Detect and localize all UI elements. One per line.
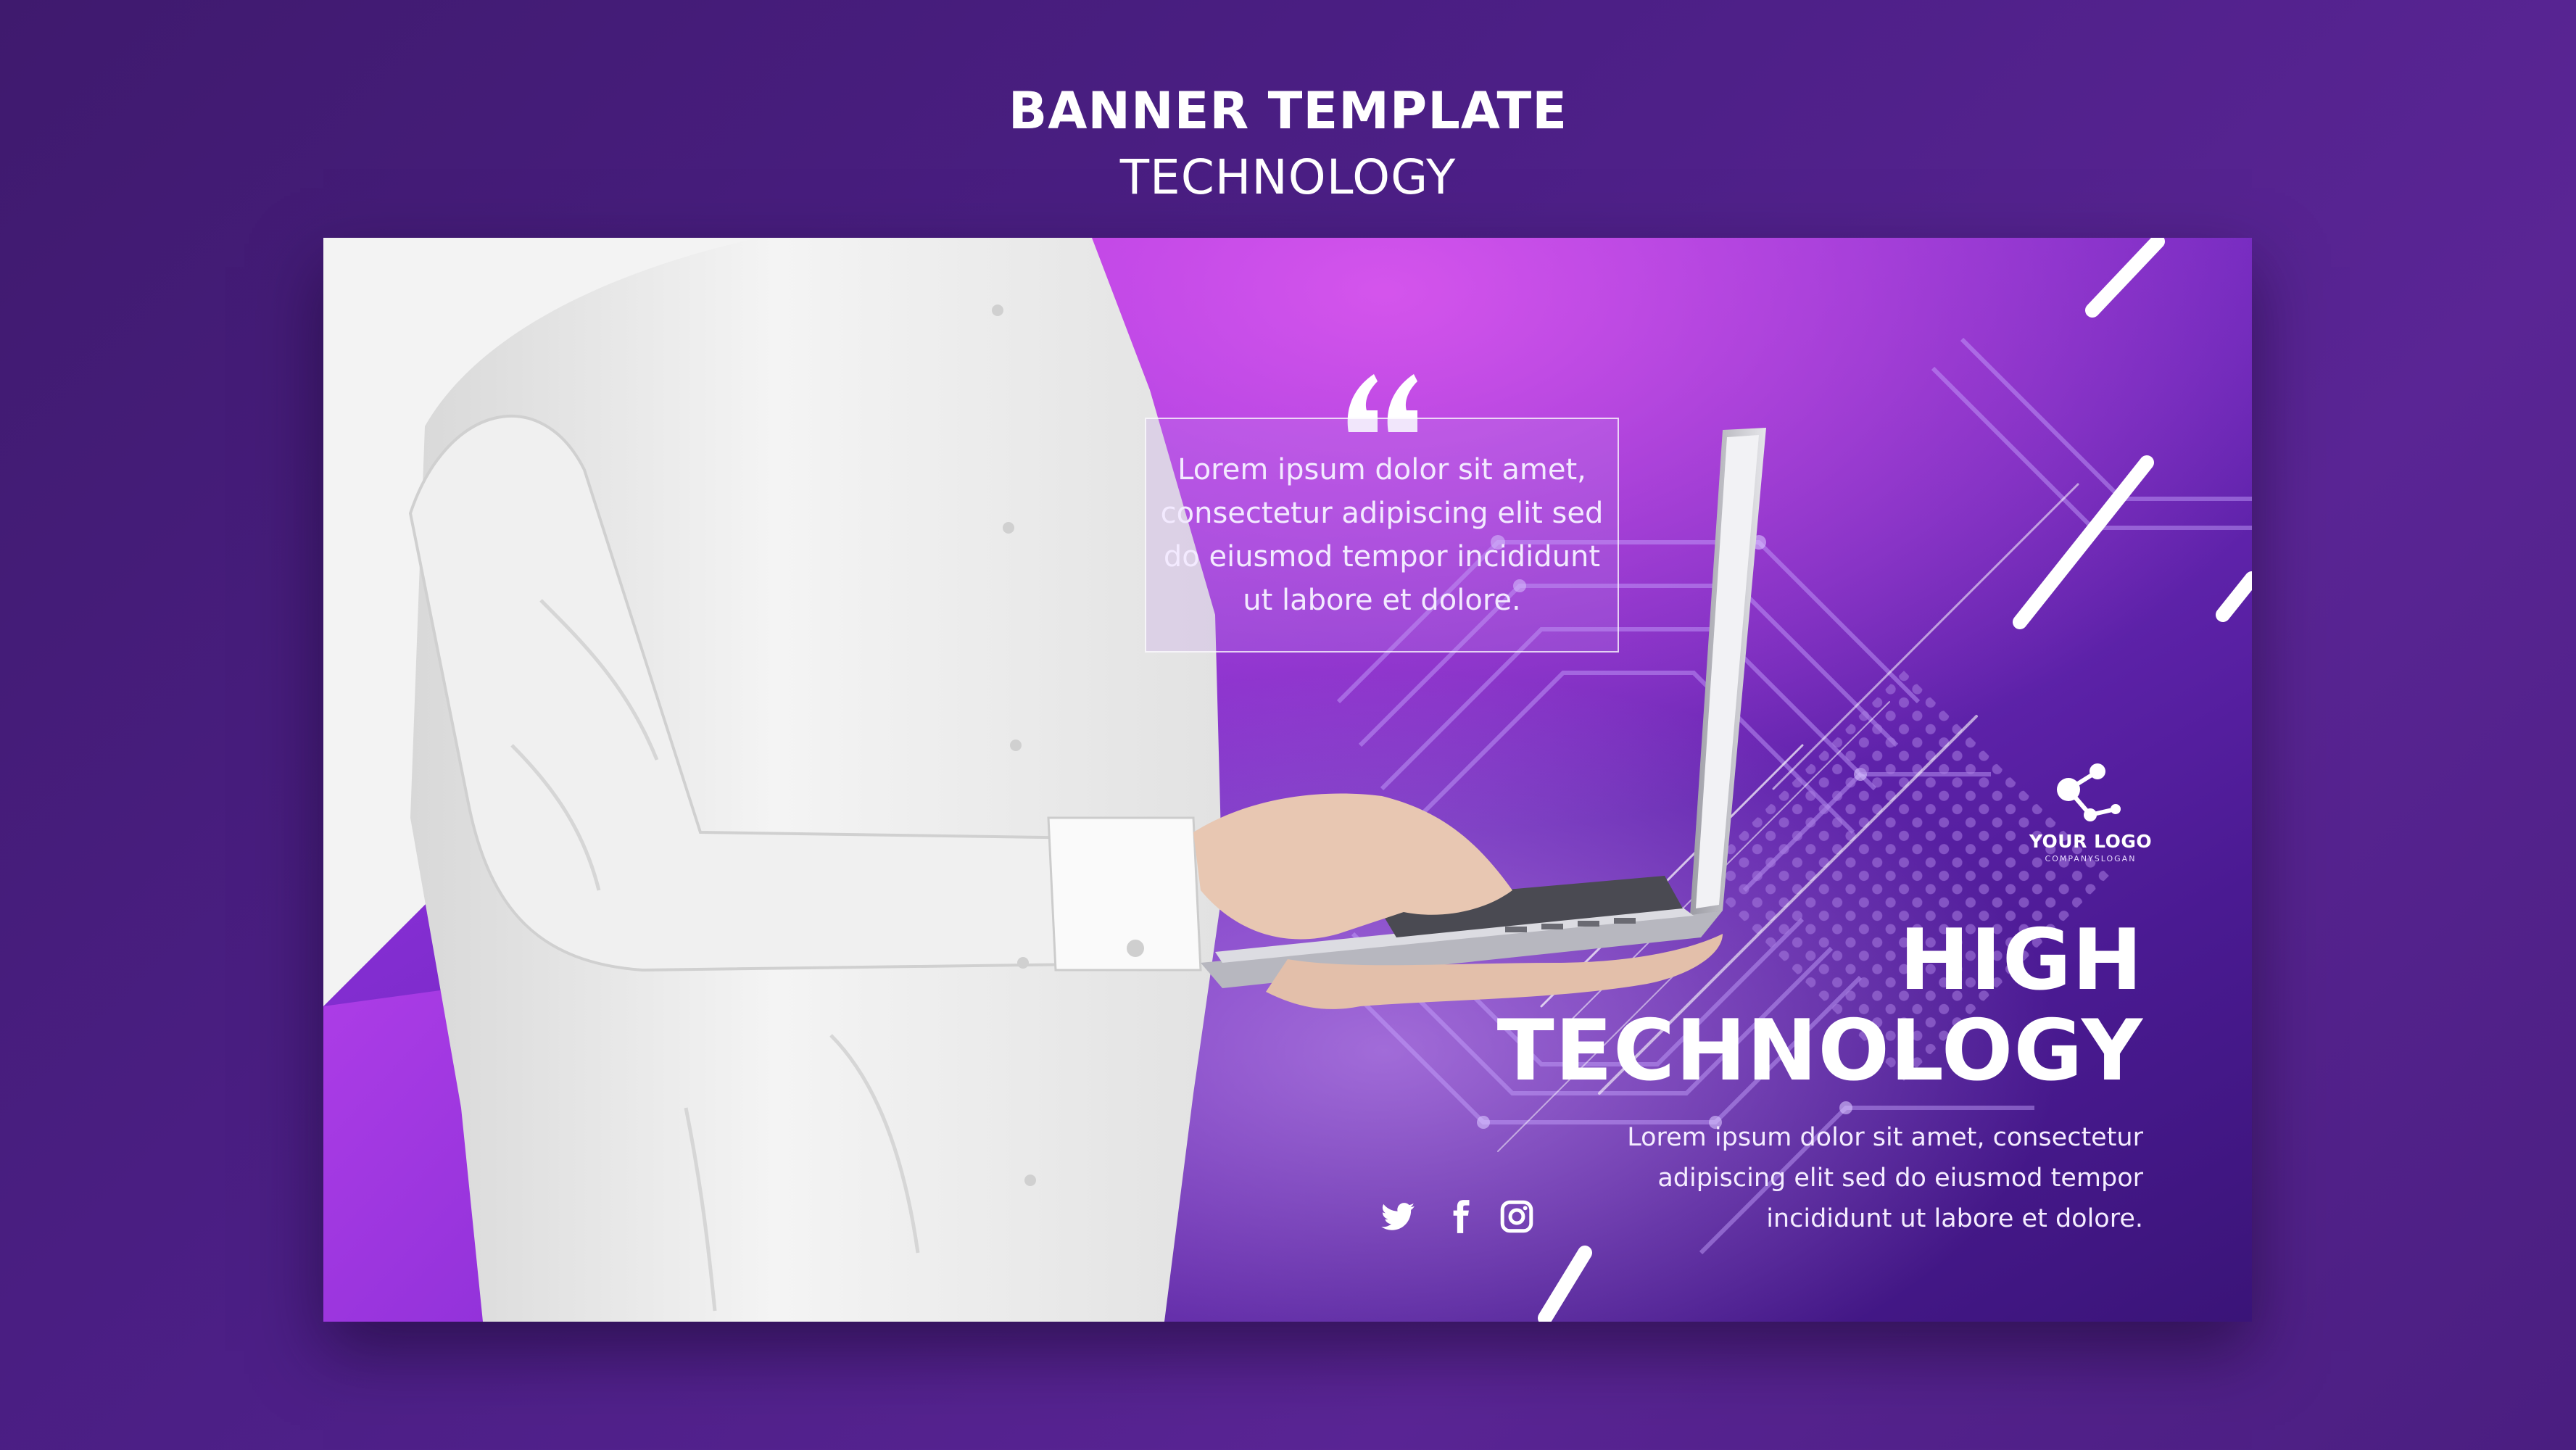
banner-card: Lorem ipsum dolor sit amet, consectetur … bbox=[323, 238, 2252, 1322]
headline-line-1: HIGH bbox=[1899, 911, 2143, 1009]
quote-text: Lorem ipsum dolor sit amet, consectetur … bbox=[1160, 453, 1604, 617]
facebook-icon[interactable] bbox=[1442, 1198, 1478, 1235]
body-text: Lorem ipsum dolor sit amet, consectetur … bbox=[1627, 1123, 2143, 1233]
page-subtitle: TECHNOLOGY bbox=[1119, 149, 1457, 205]
molecule-icon bbox=[2057, 763, 2121, 821]
page-title: BANNER TEMPLATE bbox=[1008, 81, 1568, 141]
logo-slogan: COMPANYSLOGAN bbox=[2045, 854, 2137, 863]
instagram-icon[interactable] bbox=[1499, 1198, 1535, 1235]
headline-line-2: TECHNOLOGY bbox=[1496, 1002, 2143, 1100]
twitter-icon[interactable] bbox=[1380, 1198, 1416, 1235]
logo-name: YOUR LOGO bbox=[2029, 831, 2153, 852]
